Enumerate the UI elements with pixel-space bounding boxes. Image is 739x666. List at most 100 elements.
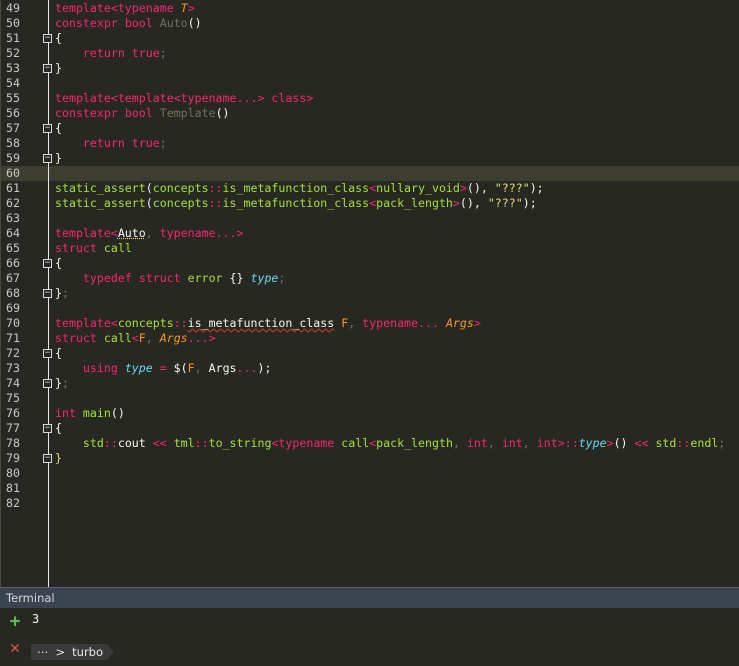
- code-token: typename: [117, 1, 181, 15]
- code-token: "???": [494, 181, 530, 195]
- line-number: 53: [6, 61, 20, 75]
- code-token: type: [578, 436, 607, 450]
- fold-collapse-icon[interactable]: −: [43, 124, 52, 133]
- code-token: pack_length: [376, 196, 453, 210]
- code-line[interactable]: 63: [0, 211, 739, 226]
- code-token: using: [82, 361, 125, 375]
- code-line[interactable]: 81: [0, 481, 739, 496]
- code-token: main: [82, 406, 111, 420]
- code-line[interactable]: 78 std::cout << tml::to_string<typename …: [0, 436, 739, 451]
- code-token: ...>: [215, 226, 244, 240]
- line-number: 76: [6, 406, 20, 420]
- fold-collapse-icon[interactable]: −: [43, 349, 52, 358]
- code-line[interactable]: 61 static_assert(concepts::is_metafunctio…: [0, 181, 739, 196]
- code-token: concepts: [152, 181, 209, 195]
- code-token: (): [215, 106, 230, 120]
- code-token: template: [55, 91, 111, 105]
- code-line[interactable]: 59 −}: [0, 151, 739, 166]
- code-line[interactable]: 60: [0, 166, 739, 181]
- code-line[interactable]: 74 −};: [0, 376, 739, 391]
- code-line[interactable]: 65 struct call: [0, 241, 739, 256]
- line-number: 81: [6, 481, 20, 495]
- code-token: >: [452, 196, 460, 210]
- code-line[interactable]: 62 static_assert(concepts::is_metafunctio…: [0, 196, 739, 211]
- code-line[interactable]: 50 constexpr bool Auto(): [0, 16, 739, 31]
- code-line[interactable]: 73 using type = $(F, Args...);: [0, 361, 739, 376]
- code-line[interactable]: 56 constexpr bool Template(): [0, 106, 739, 121]
- line-number: 64: [6, 226, 20, 240]
- terminal-panel-header[interactable]: Terminal: [0, 587, 739, 608]
- code-token: template: [55, 316, 111, 330]
- line-number: 71: [6, 331, 20, 345]
- line-number: 69: [6, 301, 20, 315]
- code-line[interactable]: 53 −}: [0, 61, 739, 76]
- code-line[interactable]: 72 −{: [0, 346, 739, 361]
- code-line[interactable]: 49 template<typename T>: [0, 1, 739, 16]
- code-token: {: [55, 421, 62, 435]
- code-token: ,: [145, 226, 160, 240]
- code-token: Auto: [159, 16, 188, 30]
- code-line[interactable]: 79 −}: [0, 451, 739, 466]
- line-number: 66: [6, 256, 20, 270]
- code-line[interactable]: 71 struct call<F, Args...>: [0, 331, 739, 346]
- code-token: typedef: [82, 271, 139, 285]
- code-token: (),: [466, 181, 495, 195]
- code-text: };: [55, 376, 69, 391]
- code-line[interactable]: 58 return true;: [0, 136, 739, 151]
- code-token: ,: [145, 331, 160, 345]
- code-text: template<Auto, typename...>: [55, 226, 243, 241]
- code-token: ;: [278, 271, 286, 285]
- code-line[interactable]: 67 typedef struct error {} type;: [0, 271, 739, 286]
- code-line[interactable]: 76 int main(): [0, 406, 739, 421]
- code-line[interactable]: 68 −};: [0, 286, 739, 301]
- code-token: >: [606, 436, 614, 450]
- code-line[interactable]: 70 template<concepts::is_metafunction_cla…: [0, 316, 739, 331]
- code-line[interactable]: 54: [0, 76, 739, 91]
- code-line[interactable]: 75: [0, 391, 739, 406]
- fold-collapse-icon[interactable]: −: [43, 424, 52, 433]
- code-line[interactable]: 57 −{: [0, 121, 739, 136]
- code-token: bool: [124, 16, 160, 30]
- code-token: ;: [718, 436, 726, 450]
- code-token: ...: [236, 361, 258, 375]
- code-token: concepts: [117, 316, 174, 330]
- fold-end-icon[interactable]: −: [43, 454, 52, 463]
- terminal-panel[interactable]: + ✕ 3 ⋯ > turbo: [0, 608, 739, 666]
- fold-end-icon[interactable]: −: [43, 379, 52, 388]
- line-number: 75: [6, 391, 20, 405]
- code-token: >::: [557, 436, 579, 450]
- code-text: using type = $(F, Args...);: [55, 361, 272, 376]
- code-token: (): [110, 406, 125, 420]
- terminal-prompt[interactable]: ⋯ > turbo: [31, 644, 115, 660]
- code-line[interactable]: 64 template<Auto, typename...>: [0, 226, 739, 241]
- code-token: );: [257, 361, 272, 375]
- line-number: 65: [6, 241, 20, 255]
- new-terminal-button[interactable]: +: [7, 613, 23, 631]
- code-line[interactable]: 52 return true;: [0, 46, 739, 61]
- line-number: 72: [6, 346, 20, 360]
- code-line[interactable]: 55 template<template<typename...> class>: [0, 91, 739, 106]
- code-token: constexpr: [55, 106, 125, 120]
- code-line[interactable]: 66 −{: [0, 256, 739, 271]
- code-token: call: [341, 436, 370, 450]
- fold-end-icon[interactable]: −: [43, 289, 52, 298]
- code-token: struct: [55, 331, 104, 345]
- code-line[interactable]: 82: [0, 496, 739, 511]
- code-token: bool: [124, 106, 160, 120]
- fold-collapse-icon[interactable]: −: [43, 259, 52, 268]
- fold-collapse-icon[interactable]: −: [43, 34, 52, 43]
- close-terminal-button[interactable]: ✕: [7, 640, 23, 657]
- code-text: struct call: [55, 241, 132, 256]
- fold-end-icon[interactable]: −: [43, 154, 52, 163]
- code-token: ,: [194, 361, 209, 375]
- code-line[interactable]: 69: [0, 301, 739, 316]
- code-token: typename: [278, 436, 342, 450]
- code-token: type: [250, 271, 279, 285]
- fold-end-icon[interactable]: −: [43, 64, 52, 73]
- code-line[interactable]: 51 −{: [0, 31, 739, 46]
- code-editor[interactable]: 49 template<typename T> 50 constexpr bool A…: [0, 0, 739, 587]
- code-line[interactable]: 80: [0, 466, 739, 481]
- code-line[interactable]: 77 −{: [0, 421, 739, 436]
